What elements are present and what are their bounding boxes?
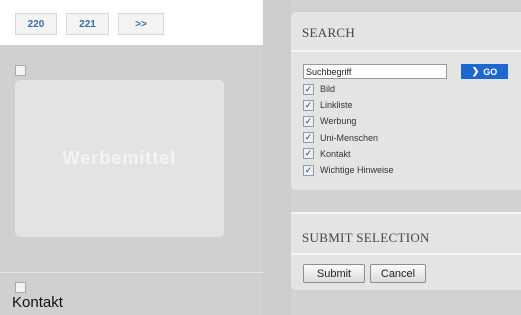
submit-button[interactable]: Submit [303,264,365,283]
filter-list: ✓ Bild ✓ Linkliste ✓ Werbung ✓ Uni-Mensc… [303,81,394,178]
pagination-bar: 220 221 >> [0,0,263,45]
left-divider [0,272,263,273]
filter-label: Kontakt [320,148,351,159]
filter-label: Wichtige Hinweise [320,165,394,176]
left-panel: 220 221 >> Werbemittel Kontakt [0,0,263,315]
ad-select-checkbox[interactable] [15,65,26,76]
filter-label: Werbung [320,116,357,127]
checkbox-checked-icon[interactable]: ✓ [303,132,314,144]
column-gutter [263,0,291,315]
go-button[interactable]: ❯ GO [461,64,508,79]
filter-label: Bild [320,84,336,95]
filter-item-linkliste[interactable]: ✓ Linkliste [303,97,394,113]
filter-item-werbung[interactable]: ✓ Werbung [303,113,394,129]
kontakt-select-checkbox[interactable] [15,282,26,293]
kontakt-label: Kontakt [12,294,63,311]
checkbox-checked-icon[interactable]: ✓ [303,164,314,176]
submit-divider [291,253,521,255]
search-title: SEARCH [302,25,356,40]
submit-selection-panel: SUBMIT SELECTION Submit Cancel [291,212,521,290]
go-button-label: GO [483,66,498,77]
filter-item-kontakt[interactable]: ✓ Kontakt [303,146,394,162]
checkbox-checked-icon[interactable]: ✓ [303,99,314,111]
checkbox-checked-icon[interactable]: ✓ [303,148,314,160]
submit-divider-top [291,212,521,214]
submit-selection-title: SUBMIT SELECTION [302,230,430,245]
filter-item-wichtige-hinweise[interactable]: ✓ Wichtige Hinweise [303,162,394,178]
checkbox-checked-icon[interactable]: ✓ [303,83,314,95]
page-220-button[interactable]: 220 [15,13,57,35]
next-page-button[interactable]: >> [118,13,164,35]
search-panel: SEARCH ❯ GO ✓ Bild ✓ Linkliste ✓ Werbung… [291,12,521,190]
filter-item-bild[interactable]: ✓ Bild [303,81,394,97]
cancel-button[interactable]: Cancel [370,264,426,283]
search-divider [291,50,521,52]
filter-label: Linkliste [320,100,353,111]
ad-placeholder: Werbemittel [15,80,224,237]
checkbox-checked-icon[interactable]: ✓ [303,115,314,127]
filter-label: Uni-Menschen [320,132,379,143]
ad-placeholder-label: Werbemittel [62,148,177,168]
filter-item-uni-menschen[interactable]: ✓ Uni-Menschen [303,130,394,146]
chevron-right-icon: ❯ [471,66,480,76]
search-input[interactable] [303,64,447,79]
page-221-button[interactable]: 221 [66,13,109,35]
